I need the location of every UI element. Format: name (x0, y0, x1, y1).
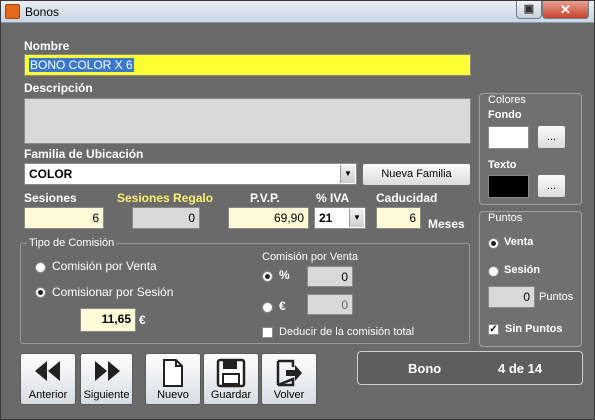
descripcion-label: Descripción (24, 81, 93, 95)
colores-panel: Colores Fondo ... Texto ... (479, 93, 582, 205)
puntos-sesion-radio[interactable] (488, 266, 499, 277)
puntos-panel: Puntos Venta Sesión 0 Puntos ✓ Sin Punto… (479, 211, 582, 347)
chevron-down-icon[interactable]: ▼ (349, 209, 364, 227)
nueva-familia-button[interactable]: Nueva Familia (362, 163, 471, 186)
sesiones-regalo-label: Sesiones Regalo (117, 191, 214, 205)
iva-value: 21 (319, 211, 333, 225)
record-name: Bono (408, 361, 442, 376)
fast-forward-icon (94, 361, 120, 381)
nuevo-button[interactable]: Nuevo (145, 353, 201, 405)
anterior-label: Anterior (28, 389, 68, 401)
deducir-checkbox[interactable] (262, 327, 273, 338)
bonos-window: Bonos ▣ ✕ Nombre BONO COLOR X 6 Descripc… (0, 0, 595, 420)
sesiones-regalo-input[interactable]: 0 (132, 207, 200, 229)
comision-venta-radio[interactable] (35, 262, 46, 273)
euro-radio[interactable] (262, 302, 273, 313)
nuevo-label: Nuevo (157, 389, 189, 401)
record-position: 4 de 14 (498, 361, 543, 376)
fondo-swatch[interactable] (488, 126, 529, 149)
guardar-label: Guardar (210, 389, 252, 401)
iva-label: % IVA (316, 191, 350, 205)
fondo-picker-button[interactable]: ... (537, 125, 566, 149)
guardar-button[interactable]: Guardar (203, 353, 259, 405)
deducir-label[interactable]: Deducir de la comisión total (279, 326, 414, 338)
puntos-sesion-label[interactable]: Sesión (504, 264, 540, 276)
rewind-icon (35, 361, 60, 381)
pct-radio[interactable] (262, 271, 273, 282)
iva-select[interactable]: 21 ▼ (314, 207, 366, 229)
descripcion-input[interactable] (24, 98, 471, 144)
familia-select[interactable]: COLOR ▼ (24, 163, 357, 185)
texto-label: Texto (488, 159, 517, 171)
sin-puntos-label[interactable]: Sin Puntos (505, 323, 562, 335)
puntos-venta-radio[interactable] (488, 238, 499, 249)
caducidad-input[interactable]: 6 (376, 207, 421, 229)
comision-venta-label[interactable]: Comisión por Venta (52, 259, 157, 273)
nombre-label: Nombre (24, 39, 70, 53)
volver-button[interactable]: Volver (261, 353, 317, 405)
nombre-input[interactable]: BONO COLOR X 6 (24, 54, 471, 76)
pct-input[interactable]: 0 (307, 266, 353, 287)
close-button[interactable]: ✕ (542, 1, 589, 19)
siguiente-label: Siguiente (83, 389, 130, 401)
comision-sesion-radio[interactable] (35, 287, 46, 298)
comision-sesion-amount-input[interactable]: 11,65 (80, 308, 136, 332)
sin-puntos-checkbox[interactable]: ✓ (488, 324, 499, 335)
currency-symbol: € (139, 313, 146, 327)
caducidad-label: Caducidad (376, 191, 438, 205)
puntos-title: Puntos (488, 212, 523, 224)
exit-door-icon (276, 359, 302, 387)
familia-value: COLOR (29, 167, 73, 181)
anterior-button[interactable]: Anterior (20, 353, 76, 405)
floppy-disk-icon (216, 358, 246, 388)
volver-label: Volver (273, 389, 305, 401)
puntos-venta-label[interactable]: Venta (504, 236, 533, 248)
app-icon (5, 4, 20, 19)
comision-sesion-label[interactable]: Comisionar por Sesión (52, 285, 173, 299)
pct-symbol: % (279, 268, 290, 282)
title-bar: Bonos ▣ ✕ (1, 1, 594, 23)
nombre-value: BONO COLOR X 6 (29, 58, 134, 72)
record-indicator: Bono 4 de 14 (357, 351, 583, 385)
sesiones-input[interactable]: 6 (24, 207, 104, 229)
texto-swatch[interactable] (488, 175, 529, 198)
texto-picker-button[interactable]: ... (537, 174, 566, 198)
tipo-comision-title: Tipo de Comisión (27, 237, 117, 249)
colores-title: Colores (488, 94, 526, 106)
comision-venta-group-label: Comisión por Venta (262, 251, 358, 263)
euro-input[interactable]: 0 (307, 294, 353, 315)
restore-button[interactable]: ▣ (516, 1, 542, 19)
puntos-unit: Puntos (539, 291, 574, 303)
caducidad-unit: Meses (428, 217, 465, 231)
fondo-label: Fondo (488, 109, 522, 121)
window-title: Bonos (25, 5, 60, 19)
sesiones-label: Sesiones (24, 191, 77, 205)
pvp-label: P.V.P. (250, 191, 280, 205)
pvp-input[interactable]: 69,90 (228, 207, 309, 229)
euro-symbol: € (279, 299, 286, 313)
restore-icon: ▣ (523, 3, 535, 15)
close-icon: ✕ (560, 2, 571, 17)
chevron-down-icon[interactable]: ▼ (340, 165, 355, 183)
siguiente-button[interactable]: Siguiente (80, 353, 133, 405)
new-document-icon (163, 359, 183, 387)
puntos-input[interactable]: 0 (488, 286, 535, 308)
familia-label: Familia de Ubicación (24, 147, 144, 161)
